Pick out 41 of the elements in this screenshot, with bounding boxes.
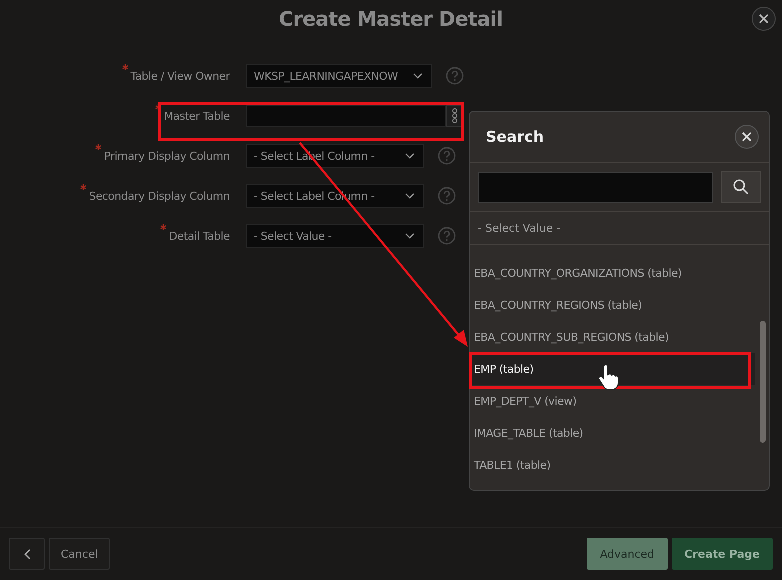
help-icon[interactable]: [446, 67, 464, 85]
chevron-down-icon: [405, 233, 415, 239]
field-label: Primary Display Column: [104, 150, 230, 162]
select-value-option[interactable]: - Select Value -: [470, 212, 769, 245]
dots-icon: [452, 108, 458, 124]
list-item[interactable]: EBA_COUNTRY_ORGANIZATIONS (table): [470, 257, 755, 289]
list-item[interactable]: EMP_DEPT_V (view): [470, 385, 755, 417]
advanced-button[interactable]: Advanced: [587, 538, 668, 570]
help-icon[interactable]: [438, 147, 456, 165]
field-label: Detail Table: [169, 230, 230, 242]
help-icon[interactable]: [438, 187, 456, 205]
chevron-down-icon: [405, 153, 415, 159]
chevron-down-icon: [413, 73, 423, 79]
chevron-left-icon: [24, 548, 30, 560]
select-field[interactable]: WKSP_LEARNINGAPEXNOW: [246, 64, 432, 88]
close-button[interactable]: [735, 125, 759, 149]
list-item[interactable]: IMAGE_TABLE (table): [470, 417, 755, 449]
create-page-button[interactable]: Create Page: [672, 538, 773, 570]
close-icon: [758, 13, 770, 25]
chevron-down-icon: [405, 193, 415, 199]
search-icon: [733, 179, 750, 195]
master-table-field[interactable]: [246, 105, 446, 127]
back-button[interactable]: [9, 538, 45, 570]
field-label: Table / View Owner: [130, 70, 230, 82]
search-field[interactable]: [478, 172, 714, 202]
close-button[interactable]: [752, 7, 776, 31]
list-item[interactable]: EMP (table): [470, 353, 755, 385]
search-button[interactable]: [721, 171, 761, 203]
hand-cursor-icon: [598, 365, 620, 391]
field-label: Master Table: [164, 110, 230, 122]
help-icon[interactable]: [438, 227, 456, 245]
select-field[interactable]: - Select Value -: [246, 224, 424, 248]
list-item[interactable]: EBA_COUNTRY_REGIONS (table): [470, 289, 755, 321]
scrollbar[interactable]: [760, 321, 766, 443]
cancel-button[interactable]: Cancel: [49, 538, 110, 570]
list-item[interactable]: TABLE1 (table): [470, 449, 755, 481]
popup-title: Search: [486, 128, 544, 146]
close-icon: [741, 131, 753, 143]
list-item[interactable]: EBA_COUNTRY_SUB_REGIONS (table): [470, 321, 755, 353]
dialog-title: Create Master Detail: [279, 7, 503, 31]
field-label: Secondary Display Column: [89, 190, 230, 202]
